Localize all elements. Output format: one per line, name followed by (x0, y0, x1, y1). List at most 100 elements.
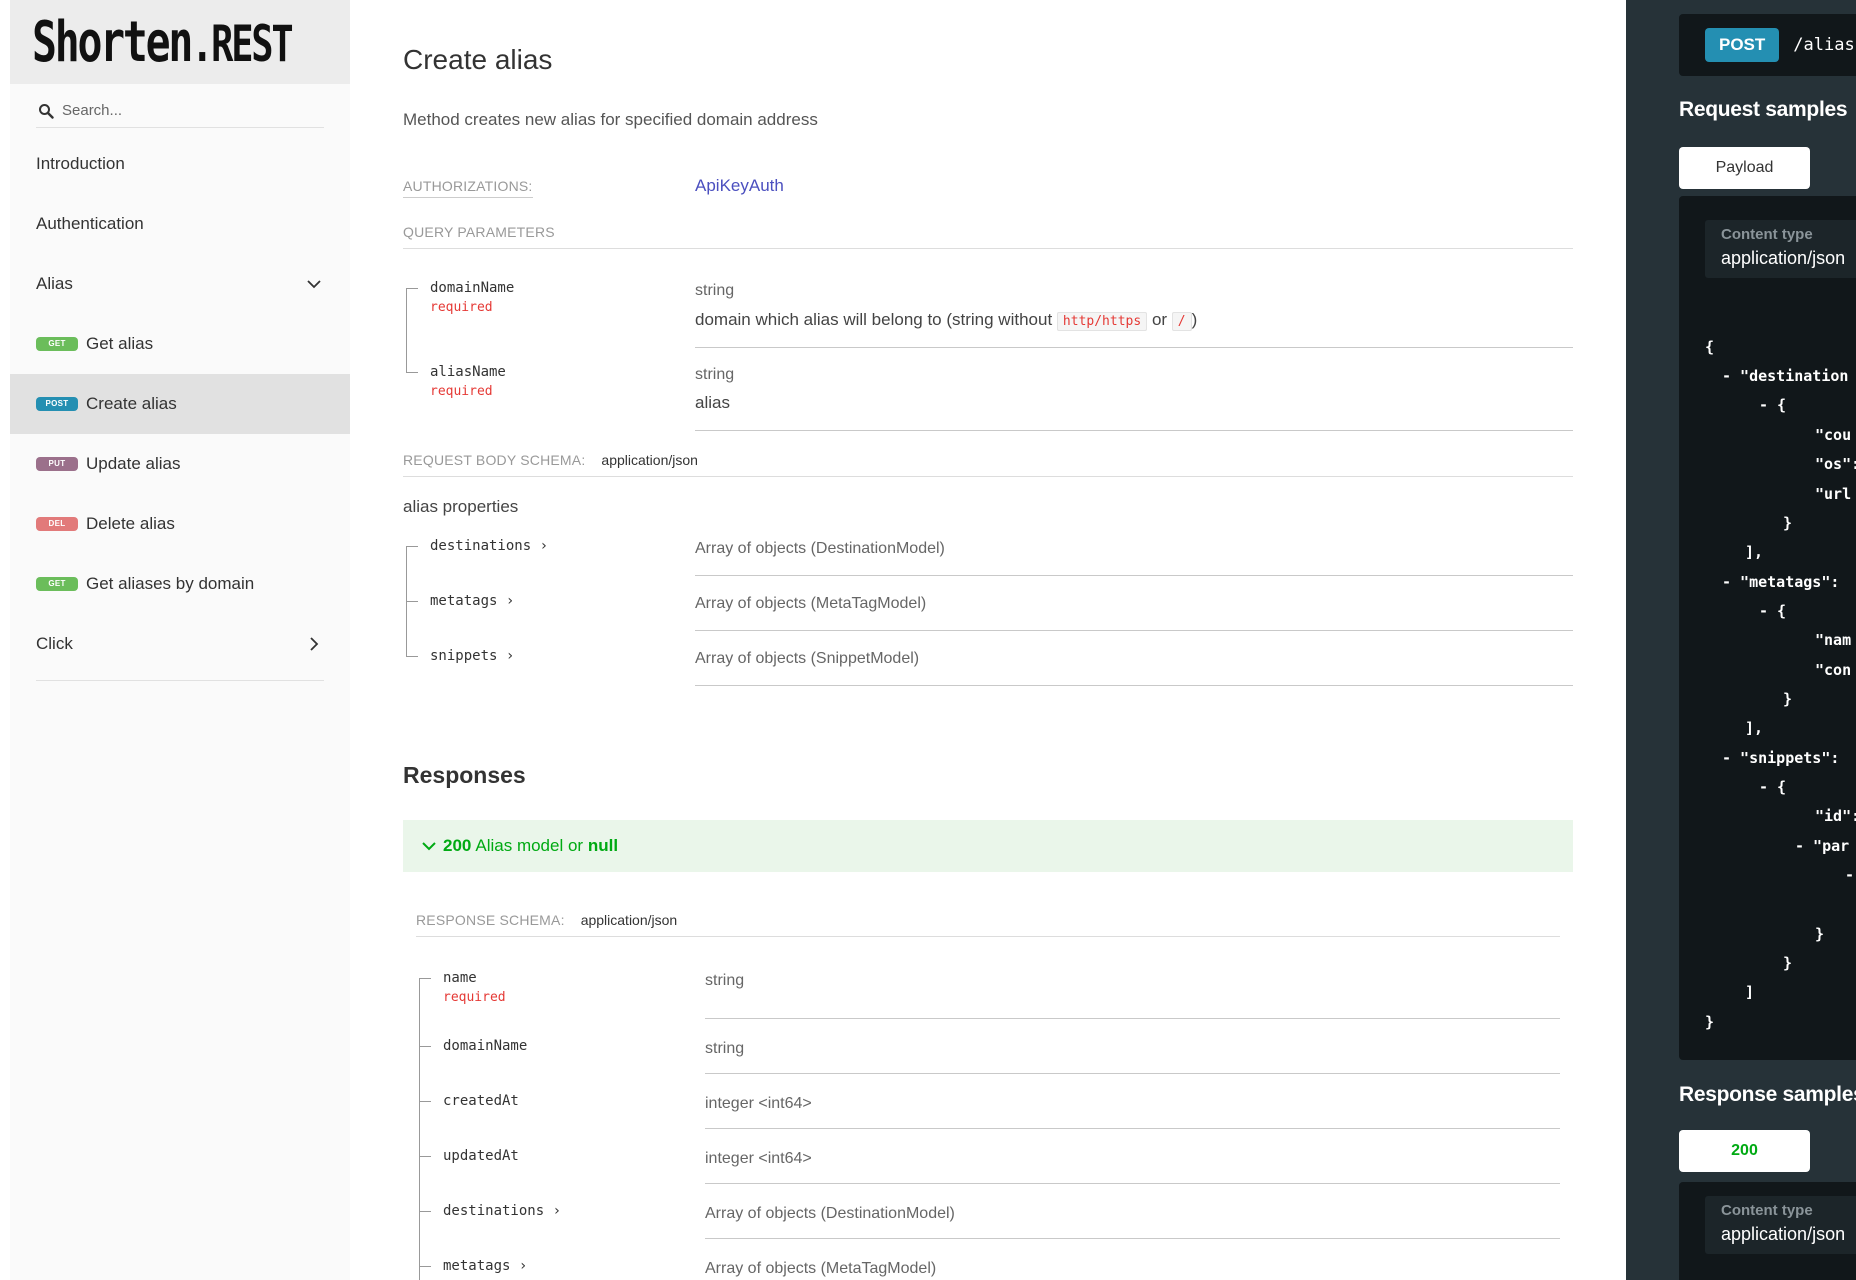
param-description: alias (695, 393, 730, 412)
field-type: Array of objects (DestinationModel) (705, 1205, 955, 1222)
sidebar-item-create-alias[interactable]: POST Create alias (10, 374, 350, 434)
json-line[interactable]: - { (1759, 778, 1786, 796)
logo-area[interactable]: Shorten.REST (10, 0, 350, 84)
request-body-type: application/json (601, 452, 698, 468)
sidebar-item-delete-alias[interactable]: DEL Delete alias (10, 494, 350, 554)
content-type-label: Content type (1721, 226, 1813, 243)
request-sample-code: Content type application/json { - "desti… (1679, 196, 1856, 1060)
row-divider (695, 430, 1573, 431)
json-line[interactable]: - { (1759, 602, 1786, 620)
field-name: updatedAt (443, 1148, 519, 1164)
json-line: } (1783, 690, 1793, 708)
tree-branch (419, 1211, 431, 1212)
param-required: required (430, 384, 493, 399)
field-type: Array of objects (DestinationModel) (695, 540, 945, 557)
row-divider (695, 347, 1573, 348)
sidebar-item-authentication[interactable]: Authentication (10, 194, 350, 254)
chevron-right-icon: › (505, 593, 515, 609)
payload-tab[interactable]: Payload (1679, 147, 1810, 189)
response-description: Alias model or (475, 836, 584, 855)
content-type-box[interactable]: Content type application/json (1705, 1196, 1856, 1254)
field-type: Array of objects (MetaTagModel) (705, 1260, 937, 1277)
param-type: string (695, 282, 735, 299)
row-divider (705, 1073, 1560, 1074)
field-name: metatags (430, 593, 498, 609)
content-type-value: application/json (1721, 1224, 1846, 1244)
chevron-right-icon: › (518, 1258, 528, 1274)
search-input[interactable] (36, 95, 324, 126)
param-required: required (430, 300, 493, 315)
endpoint-path: /alias (1793, 35, 1855, 55)
content-type-box[interactable]: Content type application/json (1705, 220, 1856, 278)
sidebar-item-click[interactable]: Click (10, 614, 350, 674)
operation-description: Method creates new alias for specified d… (403, 110, 818, 129)
tree-line (419, 978, 420, 1280)
param-description-text: ) (1191, 310, 1198, 329)
sidebar-item-label: Introduction (36, 154, 125, 173)
param-name: domainName (430, 280, 515, 296)
sidebar-item-update-alias[interactable]: PUT Update alias (10, 434, 350, 494)
json-line: } (1705, 1013, 1715, 1031)
json-line: "con (1815, 661, 1852, 679)
sidebar-item-label: Delete alias (86, 514, 175, 533)
sidebar-item-get-alias[interactable]: GET Get alias (10, 314, 350, 374)
http-method-badge: POST (1705, 28, 1780, 62)
field-type: Array of objects (MetaTagModel) (695, 595, 927, 612)
query-parameters-header: QUERY PARAMETERS (403, 224, 1573, 249)
json-line[interactable]: - "metatags": (1722, 573, 1839, 591)
response-schema-label: RESPONSE SCHEMA: (416, 912, 565, 928)
chevron-down-icon (307, 280, 321, 289)
sidebar-item-alias[interactable]: Alias (10, 254, 350, 314)
response-schema-type: application/json (580, 912, 678, 928)
request-samples-title: Request samples (1679, 98, 1848, 121)
tree-branch (419, 978, 431, 979)
json-line: "nam (1815, 631, 1852, 649)
json-line[interactable]: - (1845, 866, 1854, 884)
sidebar-item-introduction[interactable]: Introduction (10, 134, 350, 194)
method-badge: DEL (36, 517, 78, 531)
page-title: Create alias (403, 44, 553, 75)
json-line: "url (1815, 485, 1852, 503)
param-description-text: or (1151, 310, 1168, 329)
field-snippets[interactable]: snippets › (430, 648, 514, 664)
endpoint-bar[interactable]: POST /alias (1679, 14, 1856, 76)
method-badge: GET (36, 577, 78, 591)
tree-branch (419, 1266, 431, 1267)
json-line: } (1783, 514, 1793, 532)
sidebar-item-label: Create alias (86, 394, 177, 413)
json-line: } (1815, 925, 1825, 943)
body-fields: destinations › Array of objects (Destina… (403, 538, 1573, 688)
response-sample-code: Content type application/json (1679, 1182, 1856, 1280)
row-divider (705, 1128, 1560, 1129)
authorizations-label: AUTHORIZATIONS: (403, 178, 533, 198)
method-badge: GET (36, 337, 78, 351)
field-metatags[interactable]: metatags › (443, 1258, 527, 1274)
sidebar-item-label: Alias (36, 274, 73, 293)
sidebar-item-label: Authentication (36, 214, 144, 233)
field-required: required (443, 990, 506, 1005)
json-line[interactable]: - "par (1795, 837, 1849, 855)
json-line[interactable]: - "snippets": (1722, 749, 1839, 767)
response-200-toggle[interactable]: 200 Alias model or null (403, 820, 1573, 872)
tree-line (406, 288, 407, 372)
body-description: alias properties (403, 497, 519, 516)
json-line: ], (1745, 543, 1764, 561)
responses-title: Responses (403, 762, 526, 788)
search-icon (39, 104, 54, 119)
samples-panel: POST /alias Request samples Payload Cont… (1626, 0, 1856, 1280)
row-divider (695, 685, 1573, 686)
chevron-right-icon: › (505, 648, 515, 664)
chevron-right-icon: › (552, 1203, 562, 1219)
json-line[interactable]: - { (1759, 396, 1786, 414)
field-destinations[interactable]: destinations › (430, 538, 548, 554)
request-body-label: REQUEST BODY SCHEMA: (403, 452, 586, 468)
param-description-text: domain which alias will belong to (strin… (695, 310, 1053, 329)
status-200-tab[interactable]: 200 (1679, 1130, 1810, 1172)
field-type: integer <int64> (705, 1150, 812, 1167)
auth-link[interactable]: ApiKeyAuth (695, 176, 784, 196)
sidebar-item-get-aliases-by-domain[interactable]: GET Get aliases by domain (10, 554, 350, 614)
json-line[interactable]: - "destination (1722, 367, 1848, 385)
field-metatags[interactable]: metatags › (430, 593, 514, 609)
field-destinations[interactable]: destinations › (443, 1203, 561, 1219)
json-line: "cou (1815, 426, 1852, 444)
